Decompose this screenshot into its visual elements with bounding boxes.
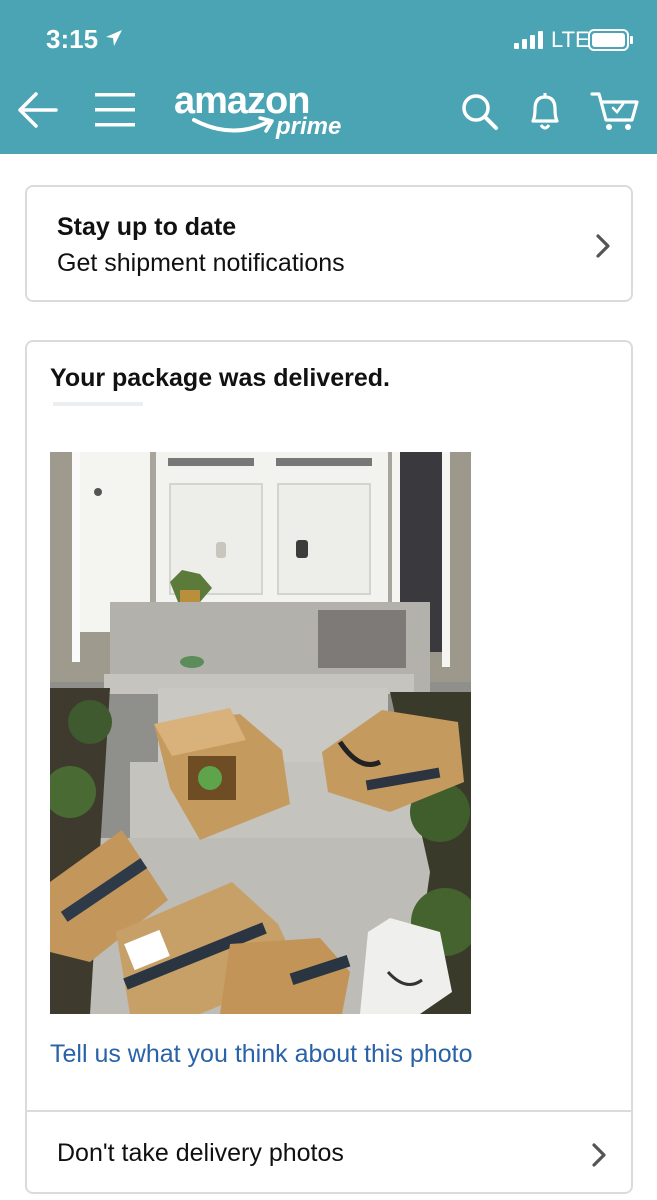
shipment-notifications-card[interactable]: Stay up to date Get shipment notificatio… xyxy=(25,185,633,302)
logo-prime-label: prime xyxy=(276,113,342,140)
signal-bars-icon xyxy=(514,31,543,49)
menu-icon[interactable] xyxy=(93,90,137,130)
delivery-photo[interactable] xyxy=(50,452,471,1014)
battery-icon xyxy=(588,29,633,51)
chevron-right-icon xyxy=(596,234,610,258)
smile-arrow-icon xyxy=(192,116,274,133)
delivery-status-card: Your package was delivered. Tell us what… xyxy=(25,340,633,1194)
search-icon[interactable] xyxy=(460,92,500,132)
notify-card-subtitle: Get shipment notifications xyxy=(57,249,345,277)
photo-feedback-link[interactable]: Tell us what you think about this photo xyxy=(50,1040,473,1069)
carrier-label: LTE xyxy=(551,27,590,52)
bell-icon[interactable] xyxy=(525,89,565,133)
notify-card-title: Stay up to date xyxy=(57,213,237,241)
app-header: 3:15 LTE amazon prime xyxy=(0,0,657,154)
cart-icon[interactable] xyxy=(590,90,640,132)
status-time: 3:15 xyxy=(46,24,99,54)
chevron-right-icon[interactable] xyxy=(591,1142,607,1168)
delivery-card-title: Your package was delivered. xyxy=(50,364,390,392)
delivery-photo-optout-label[interactable]: Don't take delivery photos xyxy=(57,1139,344,1168)
faint-divider xyxy=(53,402,143,406)
back-arrow-icon[interactable] xyxy=(16,88,60,132)
card-divider xyxy=(27,1110,631,1112)
location-arrow-icon xyxy=(106,30,122,46)
